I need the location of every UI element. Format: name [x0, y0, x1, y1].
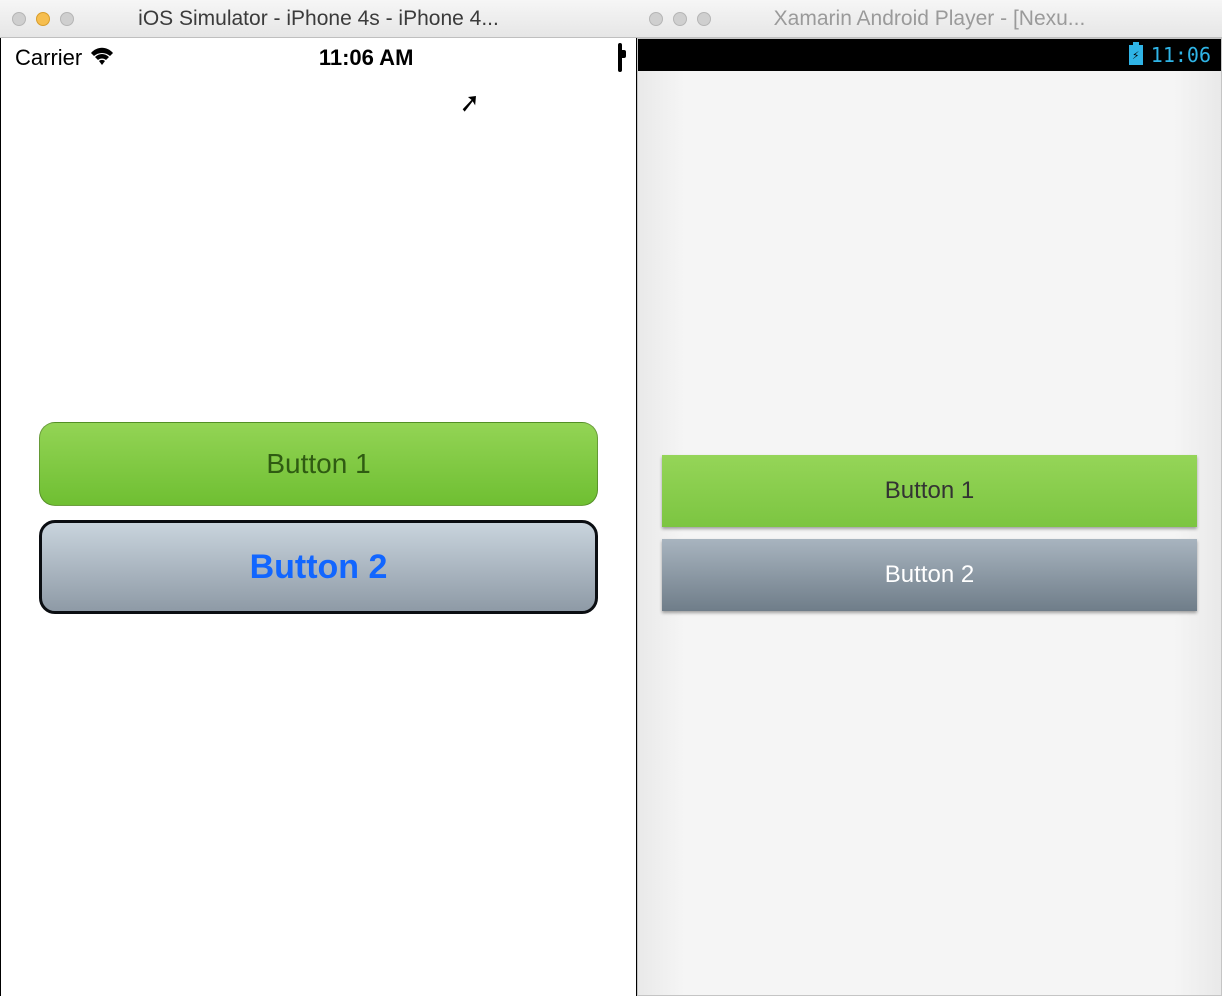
- button-2-label: Button 2: [250, 548, 388, 587]
- button-2-label: Button 2: [885, 561, 974, 589]
- ios-window-title: iOS Simulator - iPhone 4s - iPhone 4...: [0, 7, 637, 31]
- android-screen: ⚡ 11:06 Button 1 Button 2: [637, 38, 1222, 996]
- ios-simulator-window: iOS Simulator - iPhone 4s - iPhone 4... …: [0, 0, 637, 996]
- zoom-icon[interactable]: [697, 12, 711, 26]
- android-content: Button 1 Button 2: [638, 71, 1221, 995]
- carrier-label: Carrier: [15, 45, 82, 71]
- android-titlebar[interactable]: Xamarin Android Player - [Nexu...: [637, 0, 1222, 38]
- ios-content: Button 1 Button 2: [1, 78, 636, 958]
- android-status-bar: ⚡ 11:06: [638, 39, 1221, 71]
- wifi-icon: [90, 45, 114, 71]
- android-player-window: Xamarin Android Player - [Nexu... ⚡ 11:0…: [637, 0, 1222, 996]
- button-2[interactable]: Button 2: [39, 520, 598, 614]
- button-1-label: Button 1: [266, 448, 370, 480]
- battery-icon: [618, 45, 622, 71]
- close-icon[interactable]: [12, 12, 26, 26]
- button-1[interactable]: Button 1: [39, 422, 598, 506]
- ios-titlebar[interactable]: iOS Simulator - iPhone 4s - iPhone 4...: [0, 0, 637, 38]
- button-1-label: Button 1: [885, 477, 974, 505]
- ios-status-bar: Carrier 11:06 AM: [1, 38, 636, 78]
- ios-screen: Carrier 11:06 AM ➚ Button 1 Button 2: [0, 38, 637, 996]
- battery-charging-icon: ⚡: [1129, 45, 1143, 65]
- button-2[interactable]: Button 2: [662, 539, 1197, 611]
- ios-time: 11:06 AM: [319, 45, 414, 71]
- button-1[interactable]: Button 1: [662, 455, 1197, 527]
- zoom-icon[interactable]: [60, 12, 74, 26]
- minimize-icon[interactable]: [673, 12, 687, 26]
- minimize-icon[interactable]: [36, 12, 50, 26]
- android-window-title: Xamarin Android Player - [Nexu...: [637, 7, 1222, 31]
- android-time: 11:06: [1151, 43, 1211, 67]
- close-icon[interactable]: [649, 12, 663, 26]
